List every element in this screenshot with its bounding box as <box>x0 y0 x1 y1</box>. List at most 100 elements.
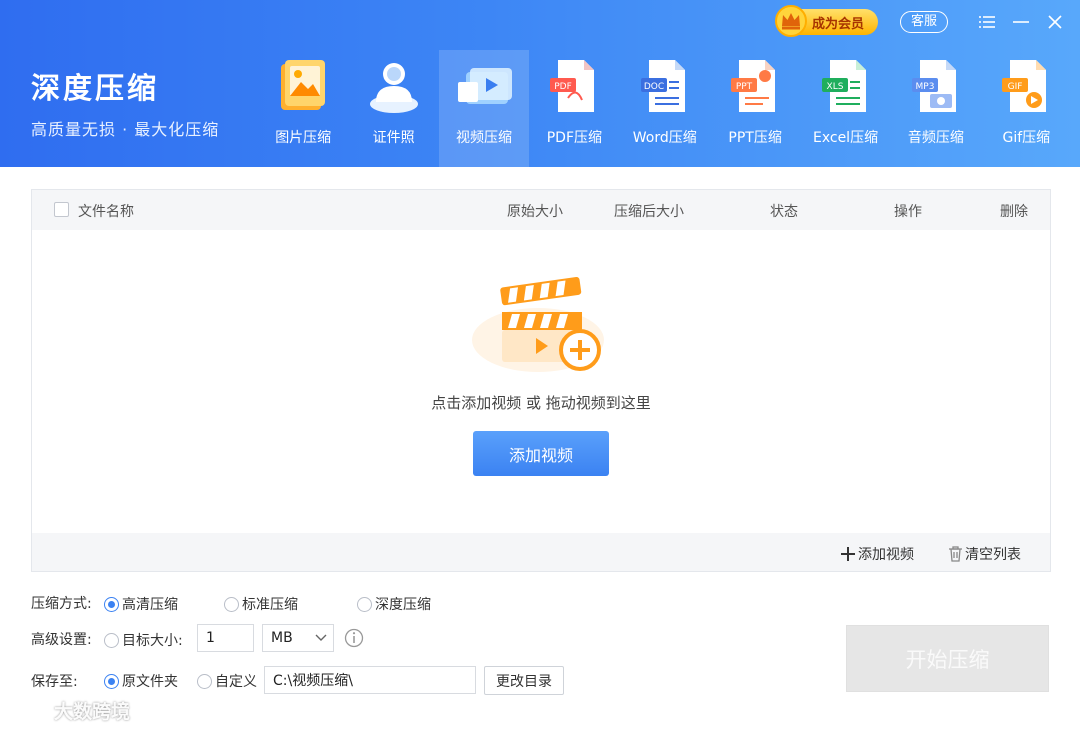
minimize-button[interactable] <box>1010 11 1032 33</box>
become-member-label: 成为会员 <box>811 16 864 32</box>
brand: 深度压缩 高质量无损 · 最大化压缩 <box>31 70 219 140</box>
app-title: 深度压缩 <box>31 71 160 105</box>
tab-word-compress[interactable]: DOC Word压缩 <box>620 50 710 167</box>
watermark-text: 大数跨境 <box>54 700 131 723</box>
radio-unselected <box>224 596 239 612</box>
plus-icon <box>841 547 855 561</box>
tab-pdf-compress[interactable]: PDF PDF压缩 <box>529 50 619 167</box>
close-icon <box>1048 15 1062 29</box>
menu-button[interactable] <box>976 11 998 33</box>
target-size-input[interactable]: 1 <box>197 624 254 652</box>
tab-label: PDF压缩 <box>546 130 602 146</box>
tab-image-compress[interactable]: 图片压缩 <box>258 50 348 167</box>
save-to-row: 保存至: <box>31 671 78 691</box>
minimize-icon <box>1013 21 1029 23</box>
table-header: 文件名称 原始大小 压缩后大小 状态 操作 删除 <box>32 190 1050 230</box>
tool-tabs: 图片压缩 证件照 视频压缩 PDF PDF压缩 DOC Word压缩 PPT P… <box>258 50 1072 167</box>
compress-mode-label: 压缩方式: <box>31 596 92 612</box>
column-action: 操作 <box>894 204 922 220</box>
ppt-tag: PPT <box>736 82 753 92</box>
table-footer: 添加视频 清空列表 <box>32 533 1050 571</box>
unit-value: MB <box>271 630 293 646</box>
drop-hint: 点击添加视频 或 拖动视频到这里 <box>431 394 651 412</box>
save-custom-radio[interactable]: 自定义 <box>197 671 257 691</box>
gif-icon: GIF <box>996 55 1056 117</box>
title-bar-controls: 成为会员 客服 <box>774 5 1066 37</box>
mode-deep-radio[interactable]: 深度压缩 <box>357 594 431 614</box>
target-size-value: 1 <box>206 630 215 646</box>
video-compress-icon <box>454 55 514 117</box>
tab-label: 视频压缩 <box>455 130 512 146</box>
column-file-name: 文件名称 <box>78 204 134 220</box>
audio-icon: MP3 <box>906 55 966 117</box>
watermark: 大数跨境 <box>8 696 130 724</box>
tab-ppt-compress[interactable]: PPT PPT压缩 <box>710 50 800 167</box>
app-subtitle: 高质量无损 · 最大化压缩 <box>31 120 220 139</box>
customer-service-button[interactable]: 客服 <box>899 11 948 33</box>
radio-selected <box>104 596 119 612</box>
tab-label: Word压缩 <box>632 130 697 146</box>
chevron-down-icon <box>315 634 327 641</box>
tab-id-photo[interactable]: 证件照 <box>348 50 438 167</box>
audio-tag: MP3 <box>915 82 934 92</box>
radio-selected <box>104 673 119 689</box>
id-photo-icon <box>364 55 424 117</box>
start-compress-button[interactable]: 开始压缩 <box>846 625 1049 692</box>
tab-video-compress[interactable]: 视频压缩 <box>438 50 530 167</box>
clear-list-button[interactable]: 清空列表 <box>948 544 1021 564</box>
menu-icon <box>979 16 995 28</box>
save-original-label: 原文件夹 <box>122 674 178 690</box>
change-directory-button[interactable]: 更改目录 <box>484 666 564 695</box>
pdf-icon: PDF <box>544 55 604 117</box>
select-all-checkbox[interactable] <box>54 202 69 217</box>
radio-unselected <box>357 596 372 612</box>
info-icon[interactable] <box>344 628 364 648</box>
save-to-label: 保存至: <box>31 674 78 690</box>
mode-standard-label: 标准压缩 <box>242 597 298 613</box>
tab-label: 图片压缩 <box>275 130 332 146</box>
add-video-illustration <box>472 276 604 372</box>
save-custom-label: 自定义 <box>215 674 257 690</box>
tab-excel-compress[interactable]: XLS Excel压缩 <box>800 50 890 167</box>
target-size-radio[interactable]: 目标大小: <box>104 630 183 650</box>
compress-mode-row: 压缩方式: <box>31 593 92 613</box>
advanced-settings-row: 高级设置: <box>31 629 92 649</box>
footer-add-video-label: 添加视频 <box>858 547 914 563</box>
excel-icon: XLS <box>816 55 876 117</box>
word-tag: DOC <box>644 82 664 92</box>
close-button[interactable] <box>1044 11 1066 33</box>
pdf-tag: PDF <box>555 82 573 92</box>
column-status: 状态 <box>770 204 798 220</box>
save-original-radio[interactable]: 原文件夹 <box>104 671 178 691</box>
advanced-settings-label: 高级设置: <box>31 632 92 648</box>
column-compressed-size: 压缩后大小 <box>614 204 684 220</box>
tab-gif-compress[interactable]: GIF Gif压缩 <box>981 50 1071 167</box>
trash-icon <box>949 546 962 562</box>
app-header: 深度压缩 高质量无损 · 最大化压缩 成为会员 客服 图片压缩 证件照 视频压缩… <box>0 0 1080 167</box>
excel-tag: XLS <box>826 82 843 92</box>
target-size-label: 目标大小: <box>122 633 183 649</box>
drop-zone[interactable]: 点击添加视频 或 拖动视频到这里 添加视频 <box>32 230 1050 534</box>
tab-label: Excel压缩 <box>812 130 879 146</box>
tab-label: 证件照 <box>372 130 415 146</box>
become-member-button[interactable]: 成为会员 <box>774 5 878 37</box>
image-compress-icon <box>273 55 333 117</box>
mode-standard-radio[interactable]: 标准压缩 <box>224 594 298 614</box>
mode-hd-label: 高清压缩 <box>122 597 178 613</box>
column-original-size: 原始大小 <box>507 204 563 220</box>
file-table: 文件名称 原始大小 压缩后大小 状态 操作 删除 点击添加视频 或 拖动视频到这… <box>31 189 1051 572</box>
radio-unselected <box>104 632 119 648</box>
column-delete: 删除 <box>1000 204 1028 220</box>
footer-add-video-button[interactable]: 添加视频 <box>840 544 914 564</box>
tab-audio-compress[interactable]: MP3 音频压缩 <box>891 50 981 167</box>
output-path-input[interactable]: C:\视频压缩\ <box>264 666 476 694</box>
tab-label: 音频压缩 <box>907 130 964 146</box>
crown-icon <box>774 5 807 37</box>
add-video-button[interactable]: 添加视频 <box>473 431 609 476</box>
mode-hd-radio[interactable]: 高清压缩 <box>104 594 178 614</box>
unit-select[interactable]: MB <box>262 624 334 652</box>
clear-list-label: 清空列表 <box>965 547 1021 563</box>
radio-unselected <box>197 673 212 689</box>
output-path-value: C:\视频压缩\ <box>273 673 353 689</box>
tab-label: Gif压缩 <box>1002 130 1051 146</box>
